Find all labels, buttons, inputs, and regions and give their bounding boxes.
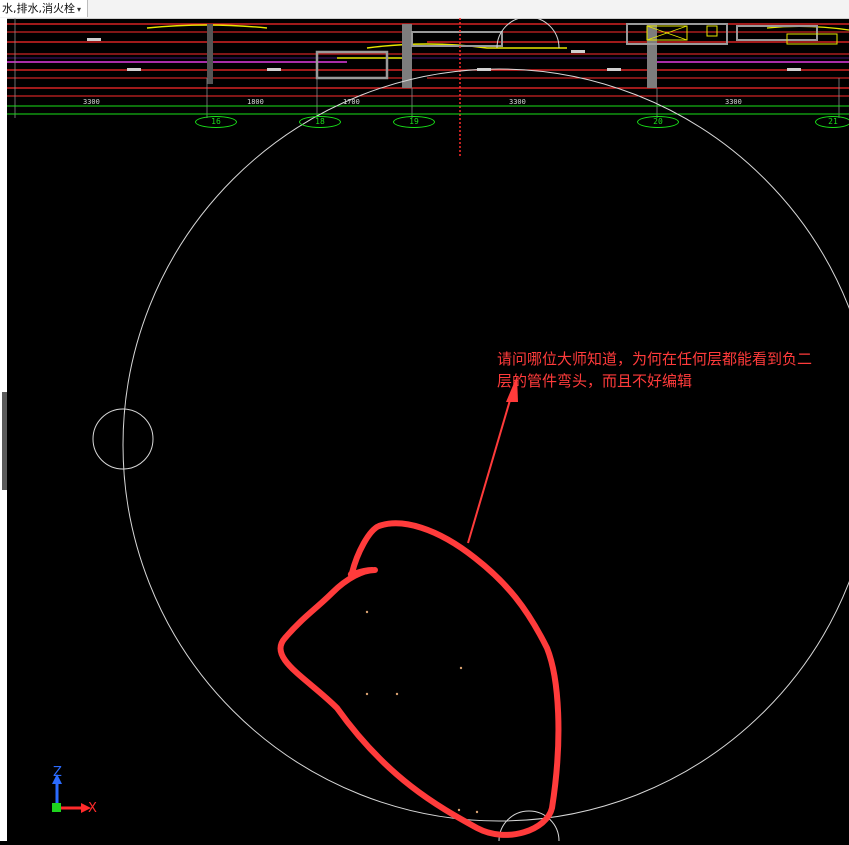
grid-bubble-18: 18 bbox=[299, 116, 341, 128]
cad-drawing-svg bbox=[7, 16, 849, 842]
drawing-tab-label: 水,排水,消火栓 bbox=[2, 2, 75, 15]
dimension-label: 3300 bbox=[83, 98, 100, 106]
markup-note-line-2: 层的管件弯头，而且不好编辑 bbox=[497, 372, 693, 390]
markup-loop bbox=[277, 520, 562, 838]
markup-note-line-1: 请问哪位大师知道，为何在任何层都能看到负二 bbox=[497, 350, 813, 368]
ucs-z-label: Z bbox=[53, 765, 62, 780]
pipe-fitting-dots bbox=[365, 610, 479, 814]
grid-bubble-21: 21 bbox=[815, 116, 849, 128]
dimension-label: 3300 bbox=[725, 98, 742, 106]
view-circle bbox=[92, 16, 849, 842]
floor-plan-strip bbox=[7, 18, 849, 158]
tab-dropdown-icon[interactable]: ▾ bbox=[77, 5, 81, 14]
markup-note: 请问哪位大师知道，为何在任何层都能看到负二 层的管件弯头，而且不好编辑 bbox=[497, 348, 847, 392]
markup-arrow bbox=[467, 376, 518, 544]
dimension-label: 3300 bbox=[509, 98, 526, 106]
grid-bubble-16: 16 bbox=[195, 116, 237, 128]
grid-bubble-20: 20 bbox=[637, 116, 679, 128]
ucs-x-label: X bbox=[88, 801, 97, 816]
drawing-tab-bar: 水,排水,消火栓 ▾ bbox=[0, 0, 849, 19]
cad-model-canvas[interactable]: 16 18 19 20 21 3300 1800 1700 3300 3300 … bbox=[7, 16, 849, 842]
drawing-tab[interactable]: 水,排水,消火栓 ▾ bbox=[0, 0, 89, 17]
grid-bubble-19: 19 bbox=[393, 116, 435, 128]
dimension-label: 1700 bbox=[343, 98, 360, 106]
dimension-label: 1800 bbox=[247, 98, 264, 106]
